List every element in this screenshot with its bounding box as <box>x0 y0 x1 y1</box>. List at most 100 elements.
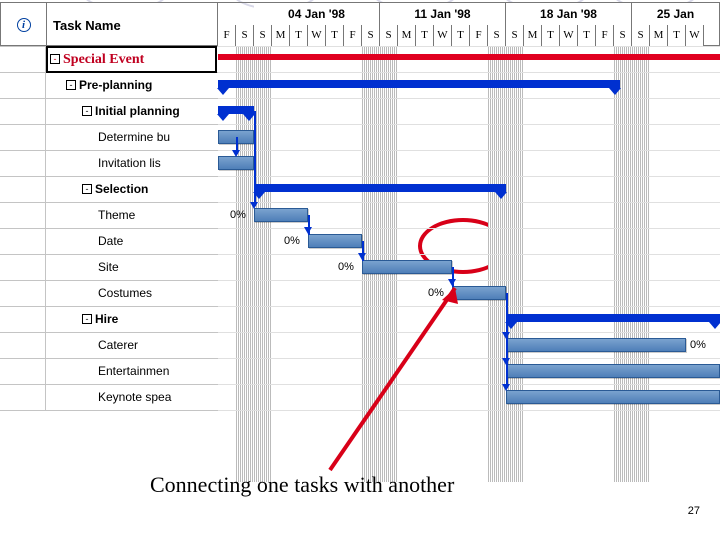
day-header-cell[interactable]: S <box>380 25 398 47</box>
summary-bar[interactable] <box>218 80 620 88</box>
slide-caption: Connecting one tasks with another <box>150 472 454 498</box>
percent-complete-label: 0% <box>338 261 354 273</box>
day-header-cell[interactable]: T <box>668 25 686 47</box>
task-row[interactable]: Determine bu <box>0 124 218 150</box>
task-row[interactable]: Keynote spea <box>0 384 218 410</box>
task-row[interactable]: Costumes <box>0 280 218 306</box>
day-header-cell[interactable]: S <box>614 25 632 47</box>
task-row[interactable]: Site <box>0 254 218 280</box>
summary-bar[interactable] <box>506 314 720 322</box>
dependency-arrow-icon <box>304 227 312 234</box>
day-header-cell[interactable]: T <box>542 25 560 47</box>
task-bar[interactable] <box>308 234 362 248</box>
percent-complete-label: 0% <box>690 339 706 351</box>
day-header-cell[interactable]: M <box>650 25 668 47</box>
day-header-cell[interactable]: F <box>218 25 236 47</box>
task-name-label: Theme <box>98 208 135 222</box>
collapse-icon[interactable]: - <box>66 80 76 90</box>
weekend-shading <box>614 46 632 482</box>
task-name-label: Initial planning <box>95 104 180 118</box>
task-bar[interactable] <box>506 364 720 378</box>
task-name-label: Entertainmen <box>98 364 169 378</box>
day-header-cell[interactable]: S <box>488 25 506 47</box>
task-bar[interactable] <box>506 338 686 352</box>
task-name-label: Site <box>98 260 119 274</box>
task-row[interactable]: -Selection <box>0 176 218 202</box>
day-header-cell[interactable]: S <box>254 25 272 47</box>
day-header-cell[interactable]: F <box>470 25 488 47</box>
weekend-shading <box>506 46 524 482</box>
selected-cell-highlight <box>46 46 217 73</box>
collapse-icon[interactable]: - <box>82 314 92 324</box>
info-icon: i <box>17 18 31 32</box>
task-bar[interactable] <box>254 208 308 222</box>
dependency-arrow-icon <box>358 253 366 260</box>
task-row[interactable]: -Hire <box>0 306 218 332</box>
task-bar[interactable] <box>506 390 720 404</box>
task-bar[interactable] <box>362 260 452 274</box>
dependency-arrow-icon <box>502 384 510 391</box>
collapse-icon[interactable]: - <box>82 184 92 194</box>
weekend-shading <box>632 46 650 482</box>
summary-bar[interactable] <box>218 106 254 114</box>
day-header-cell[interactable]: T <box>416 25 434 47</box>
day-header-cell[interactable]: W <box>560 25 578 47</box>
task-row[interactable]: Theme <box>0 202 218 228</box>
day-header-cell[interactable]: T <box>326 25 344 47</box>
info-column-header[interactable]: i <box>1 3 47 47</box>
day-header-cell[interactable]: M <box>398 25 416 47</box>
day-header-cell[interactable]: T <box>452 25 470 47</box>
day-header-cell[interactable]: S <box>236 25 254 47</box>
task-bar[interactable] <box>452 286 506 300</box>
slide-number: 27 <box>688 505 700 517</box>
date-group-header[interactable]: 25 Jan <box>632 3 720 25</box>
gantt-panel: i Task Name -Special Event-Pre-planning-… <box>0 2 720 482</box>
day-header-cell[interactable]: F <box>596 25 614 47</box>
dependency-arrow-icon <box>448 279 456 286</box>
dependency-arrow-icon <box>502 358 510 365</box>
day-header-cell[interactable]: T <box>290 25 308 47</box>
collapse-icon[interactable]: - <box>82 106 92 116</box>
task-name-label: Date <box>98 234 123 248</box>
day-header-cell[interactable]: F <box>344 25 362 47</box>
dependency-link <box>254 111 256 206</box>
date-group-header[interactable]: 18 Jan '98 <box>506 3 632 25</box>
day-header-cell[interactable]: M <box>524 25 542 47</box>
day-header-cell[interactable]: S <box>362 25 380 47</box>
dependency-arrow-icon <box>250 202 258 209</box>
task-table: i Task Name -Special Event-Pre-planning-… <box>0 2 218 482</box>
task-row[interactable]: -Initial planning <box>0 98 218 124</box>
dependency-arrow-icon <box>502 332 510 339</box>
task-name-label: Hire <box>95 312 118 326</box>
day-header-cell[interactable]: S <box>506 25 524 47</box>
summary-bar[interactable] <box>218 54 720 60</box>
weekend-shading <box>254 46 272 482</box>
task-row[interactable]: Entertainmen <box>0 358 218 384</box>
percent-complete-label: 0% <box>284 235 300 247</box>
dependency-link <box>506 293 508 388</box>
day-header-cell[interactable]: W <box>686 25 704 47</box>
day-header-cell[interactable]: S <box>632 25 650 47</box>
percent-complete-label: 0% <box>230 209 246 221</box>
day-header-cell[interactable]: M <box>272 25 290 47</box>
taskname-column-header[interactable]: Task Name <box>47 3 219 47</box>
date-group-header[interactable]: 11 Jan '98 <box>380 3 506 25</box>
day-header-cell[interactable]: W <box>308 25 326 47</box>
task-row[interactable]: Invitation lis <box>0 150 218 176</box>
day-header-cell[interactable]: W <box>434 25 452 47</box>
timeline: 04 Jan '9811 Jan '9818 Jan '9825 JanFSSM… <box>218 2 720 482</box>
task-row[interactable]: -Pre-planning <box>0 72 218 98</box>
day-header-cell[interactable]: T <box>578 25 596 47</box>
task-name-label: Pre-planning <box>79 78 152 92</box>
date-group-header[interactable]: 04 Jan '98 <box>254 3 380 25</box>
task-bar[interactable] <box>218 156 254 170</box>
task-row[interactable]: Date <box>0 228 218 254</box>
task-name-label: Selection <box>95 182 148 196</box>
dependency-arrow-icon <box>232 150 240 157</box>
task-row[interactable]: Caterer <box>0 332 218 358</box>
task-name-label: Costumes <box>98 286 152 300</box>
summary-bar[interactable] <box>254 184 506 192</box>
task-name-label: Keynote spea <box>98 390 171 404</box>
percent-complete-label: 0% <box>428 287 444 299</box>
weekend-shading <box>488 46 506 482</box>
